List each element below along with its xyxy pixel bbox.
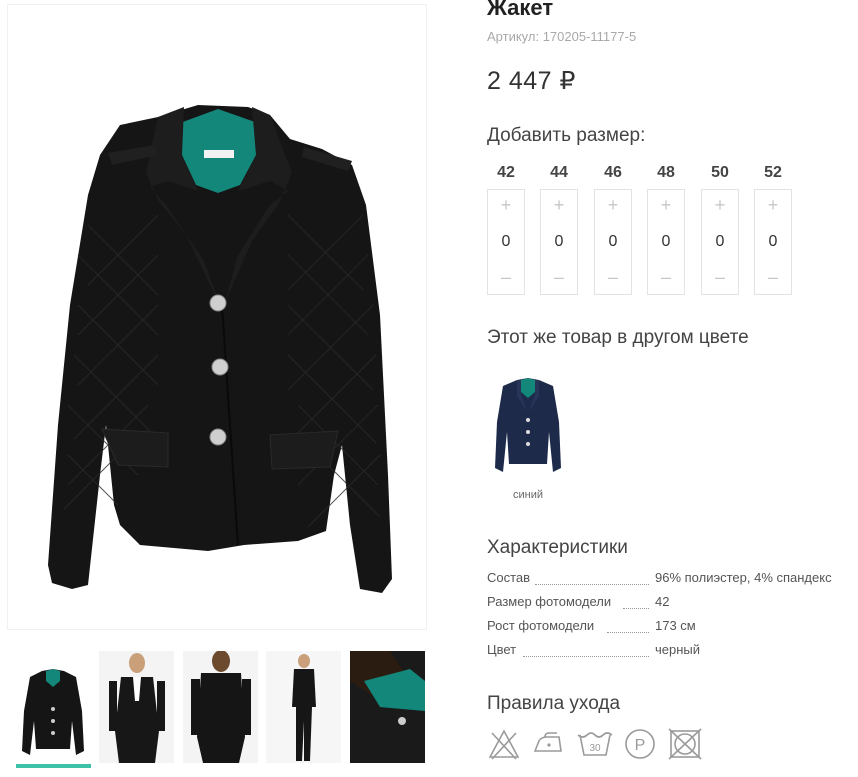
size-label: 42 bbox=[497, 164, 515, 181]
size-column-52: 52 + 0 – bbox=[754, 163, 792, 295]
characteristic-row: Размер фотомодели 42 bbox=[487, 594, 852, 618]
quantity-value: 0 bbox=[715, 233, 725, 250]
main-product-photo[interactable] bbox=[7, 4, 427, 630]
size-label: 52 bbox=[764, 164, 782, 181]
quantity-value: 0 bbox=[554, 233, 564, 250]
size-column-42: 42 + 0 – bbox=[487, 163, 525, 295]
dry-clean-p-icon: P bbox=[625, 729, 655, 759]
characteristic-value: 96% полиэстер, 4% спандекс bbox=[655, 570, 832, 585]
size-column-46: 46 + 0 – bbox=[594, 163, 632, 295]
jacket-photo bbox=[48, 105, 392, 593]
dotted-leader bbox=[535, 584, 649, 585]
thumbnail-4[interactable] bbox=[266, 651, 341, 763]
active-thumbnail-indicator bbox=[16, 764, 91, 768]
thumbnail-strip bbox=[15, 651, 427, 771]
characteristic-row: Состав 96% полиэстер, 4% спандекс bbox=[487, 570, 852, 594]
plus-button[interactable]: + bbox=[768, 196, 779, 216]
dotted-leader bbox=[607, 632, 649, 633]
quantity-value: 0 bbox=[501, 233, 511, 250]
thumbnail-5[interactable] bbox=[350, 651, 425, 763]
characteristic-row: Рост фотомодели 173 см bbox=[487, 618, 852, 642]
quantity-value: 0 bbox=[768, 233, 778, 250]
quantity-value: 0 bbox=[661, 233, 671, 250]
thumbnail-3[interactable] bbox=[183, 651, 258, 763]
quantity-stepper: + 0 – bbox=[701, 189, 739, 295]
navy-jacket-image bbox=[495, 378, 561, 472]
characteristic-value: 173 см bbox=[655, 618, 696, 633]
size-column-48: 48 + 0 – bbox=[647, 163, 685, 295]
thumbnail-collar-detail bbox=[350, 651, 425, 763]
characteristic-key: Рост фотомодели bbox=[487, 618, 597, 633]
size-heading: Добавить размер: bbox=[487, 125, 646, 146]
quantity-value: 0 bbox=[608, 233, 618, 250]
characteristic-key: Состав bbox=[487, 570, 533, 585]
thumbnail-jacket-front bbox=[22, 669, 84, 755]
iron-low-icon bbox=[533, 732, 562, 752]
minus-button[interactable]: – bbox=[608, 268, 618, 288]
size-label: 44 bbox=[550, 164, 568, 181]
plus-button[interactable]: + bbox=[715, 196, 726, 216]
plus-button[interactable]: + bbox=[608, 196, 619, 216]
size-label: 48 bbox=[657, 164, 675, 181]
characteristic-value: 42 bbox=[655, 594, 670, 609]
size-label: 50 bbox=[711, 164, 729, 181]
characteristic-key: Цвет bbox=[487, 642, 519, 657]
no-bleach-icon bbox=[488, 729, 520, 760]
quantity-stepper: + 0 – bbox=[540, 189, 578, 295]
characteristic-value: черный bbox=[655, 642, 701, 657]
quantity-stepper: + 0 – bbox=[647, 189, 685, 295]
quantity-stepper: + 0 – bbox=[487, 189, 525, 295]
minus-button[interactable]: – bbox=[554, 268, 564, 288]
characteristic-key: Размер фотомодели bbox=[487, 594, 614, 609]
size-label: 46 bbox=[604, 164, 622, 181]
quantity-stepper: + 0 – bbox=[594, 189, 632, 295]
color-variant-navy[interactable] bbox=[491, 372, 565, 476]
wash-30-icon: 30 bbox=[577, 732, 613, 756]
dry-clean-letter: P bbox=[635, 737, 646, 754]
product-title: Жакет bbox=[487, 0, 554, 20]
thumbnail-1[interactable] bbox=[16, 651, 91, 763]
minus-button[interactable]: – bbox=[715, 268, 725, 288]
thumbnail-model-front bbox=[99, 651, 174, 763]
minus-button[interactable]: – bbox=[661, 268, 671, 288]
minus-button[interactable]: – bbox=[501, 268, 511, 288]
characteristic-row: Цвет черный bbox=[487, 642, 852, 666]
characteristics-heading: Характеристики bbox=[487, 537, 628, 558]
thumbnail-model-back bbox=[183, 651, 258, 763]
product-price: 2 447 ₽ bbox=[487, 67, 576, 95]
dotted-leader bbox=[623, 608, 649, 609]
thumbnail-model-full bbox=[266, 651, 341, 763]
quantity-stepper: + 0 – bbox=[754, 189, 792, 295]
plus-button[interactable]: + bbox=[661, 196, 672, 216]
color-variant-label[interactable]: синий bbox=[487, 489, 569, 501]
wash-temperature: 30 bbox=[589, 743, 601, 754]
care-heading: Правила ухода bbox=[487, 693, 621, 714]
plus-button[interactable]: + bbox=[554, 196, 565, 216]
plus-button[interactable]: + bbox=[501, 196, 512, 216]
other-colors-heading: Этот же товар в другом цвете bbox=[487, 327, 749, 348]
care-icons: 30 P bbox=[487, 727, 717, 763]
size-column-44: 44 + 0 – bbox=[540, 163, 578, 295]
product-sku: Артикул: 170205-11177-5 bbox=[487, 29, 637, 44]
characteristics-list: Состав 96% полиэстер, 4% спандекс Размер… bbox=[487, 570, 852, 666]
dotted-leader bbox=[523, 656, 649, 657]
thumbnail-2[interactable] bbox=[99, 651, 174, 763]
size-column-50: 50 + 0 – bbox=[701, 163, 739, 295]
minus-button[interactable]: – bbox=[768, 268, 778, 288]
no-tumble-dry-icon bbox=[668, 728, 702, 760]
